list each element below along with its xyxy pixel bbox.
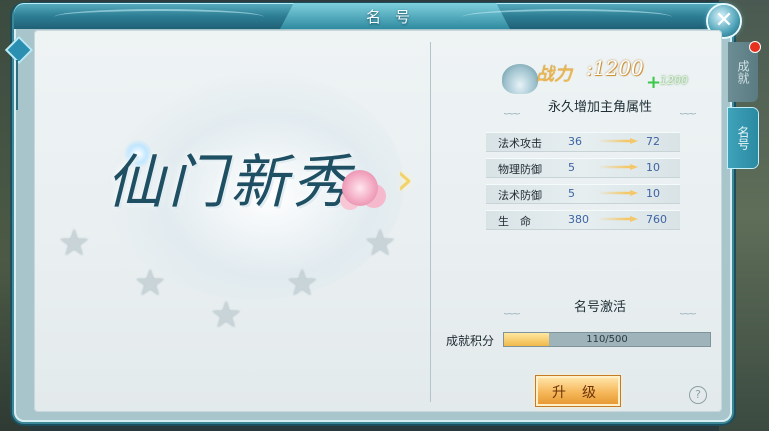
achievement-progress-bar: 110/500 [503, 332, 711, 347]
combat-power-value: :1200 [586, 56, 644, 80]
blossom-icon [342, 170, 378, 206]
combat-power: 战力 :1200 + 1200 [502, 56, 722, 102]
attribute-row: 生 命 380 760 [486, 210, 680, 230]
arrow-right-icon [598, 216, 638, 222]
next-title-arrow-button[interactable]: › [396, 158, 426, 202]
content-panel: 仙门新秀 › ★ ★ ★ ★ ★ 战力 :1200 + 1200 永久增加主角属… [34, 30, 722, 412]
attribute-from: 5 [568, 161, 575, 174]
attribute-to: 10 [646, 161, 660, 174]
left-ornament [4, 35, 34, 110]
arrow-right-icon [598, 164, 638, 170]
star-icon: ★ [286, 263, 319, 304]
attribute-name: 生 命 [498, 215, 531, 228]
activation-heading: 名号激活 [494, 298, 706, 318]
combat-power-bonus: 1200 [660, 74, 688, 87]
combat-power-label: 战力 [536, 64, 572, 85]
upgrade-button[interactable]: 升级 [536, 376, 620, 406]
star-icon: ★ [58, 223, 91, 264]
attribute-name: 物理防御 [498, 163, 542, 176]
tassel-decoration [16, 60, 18, 110]
attribute-row: 法术攻击 36 72 [486, 132, 680, 152]
attribute-name: 法术防御 [498, 189, 542, 202]
help-icon[interactable]: ? [689, 386, 707, 404]
dialog-title: 名号 [365, 7, 424, 26]
attribute-to: 72 [646, 135, 660, 148]
attribute-from: 36 [568, 135, 582, 148]
dialog-title-bar: 名号 [14, 3, 732, 29]
arrow-right-icon [598, 138, 638, 144]
attribute-from: 380 [568, 213, 589, 226]
title-badge-art: 仙门新秀 [106, 148, 355, 216]
attributes-heading: 永久增加主角属性 [494, 98, 706, 118]
arrow-right-icon [598, 190, 638, 196]
attribute-row: 物理防御 5 10 [486, 158, 680, 178]
attribute-from: 5 [568, 187, 575, 200]
title-plate: 名号 [280, 3, 510, 29]
star-icon: ★ [134, 263, 167, 304]
star-icon: ★ [364, 223, 397, 264]
achievement-points-label: 成就积分 [446, 334, 495, 348]
panel-divider [430, 42, 431, 402]
tab-titles[interactable]: 名号 [728, 108, 758, 168]
achievement-progress-text: 110/500 [586, 334, 628, 345]
attribute-to: 10 [646, 187, 660, 200]
swan-icon [502, 64, 538, 94]
alert-dot-icon [750, 42, 760, 52]
attribute-to: 760 [646, 213, 667, 226]
plus-icon: + [646, 72, 662, 93]
attribute-name: 法术攻击 [498, 137, 542, 150]
attribute-row: 法术防御 5 10 [486, 184, 680, 204]
star-icon: ★ [210, 295, 243, 336]
